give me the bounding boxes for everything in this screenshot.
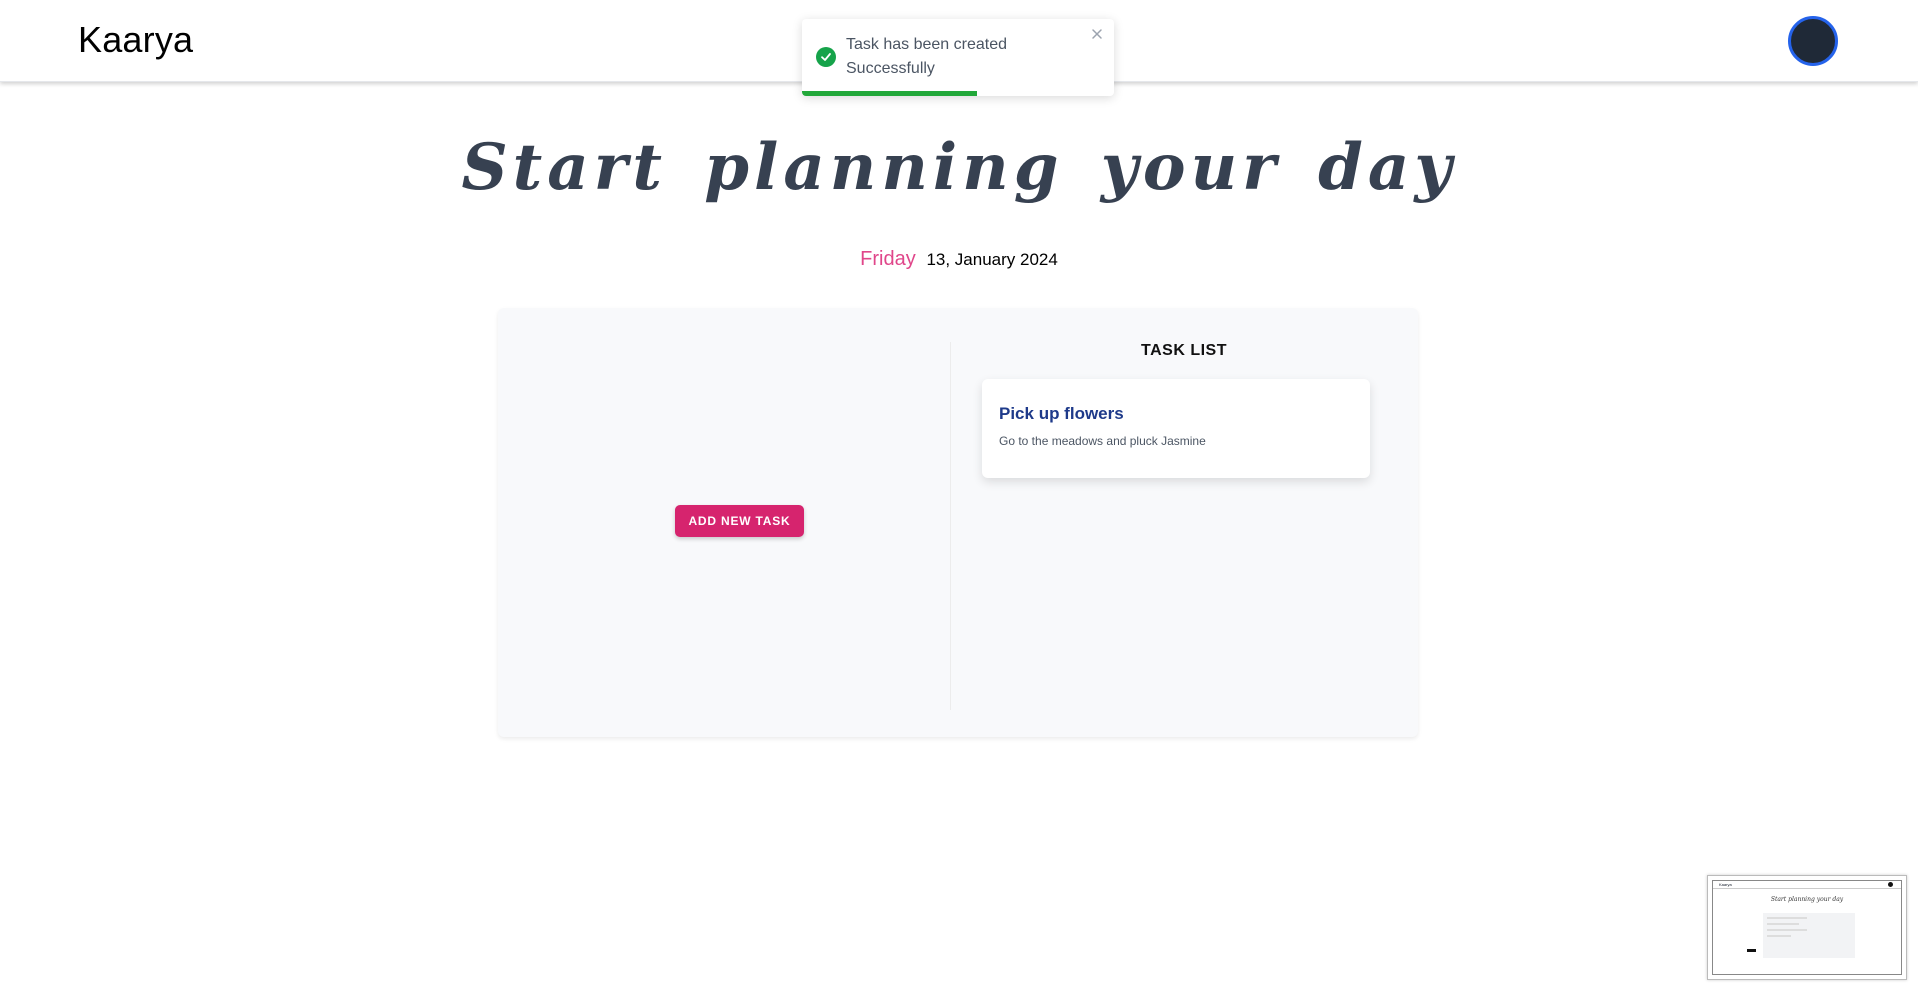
page-title: Start planning your day [461,130,1457,205]
day-label: Friday [860,248,916,270]
task-title: Pick up flowers [999,404,1124,423]
minimap-title: Start planning your day [1770,896,1844,903]
check-circle-icon [816,47,836,67]
user-avatar[interactable] [1788,16,1838,66]
date-display: Friday 13, January 2024 [0,248,1918,271]
minimap-brand: Kaarya [1719,882,1732,887]
minimap-avatar [1888,882,1893,887]
minimap-form [1767,917,1807,953]
task-panel: ADD NEW TASK TASK LIST Pick up flowers G… [498,308,1418,737]
minimap-viewport: Kaarya Start planning your day [1712,880,1902,975]
minimap-panel [1763,913,1855,958]
date-label: 13, January 2024 [926,250,1058,269]
close-icon[interactable] [1088,25,1106,43]
brand-logo[interactable]: Kaarya [78,19,193,61]
add-new-task-button[interactable]: ADD NEW TASK [675,505,804,537]
page-minimap[interactable]: Kaarya Start planning your day [1707,875,1907,980]
minimap-navbar: Kaarya [1713,881,1901,889]
task-list-title: TASK LIST [1141,342,1227,359]
toast-message: Task has been created Successfully [846,36,1007,77]
panel-divider [950,342,951,710]
toast-progress-bar [802,91,977,96]
minimap-button [1747,949,1756,952]
task-card[interactable]: Pick up flowers Go to the meadows and pl… [982,379,1370,478]
task-description: Go to the meadows and pluck Jasmine [999,434,1206,448]
success-toast: Task has been created Successfully [802,19,1114,96]
